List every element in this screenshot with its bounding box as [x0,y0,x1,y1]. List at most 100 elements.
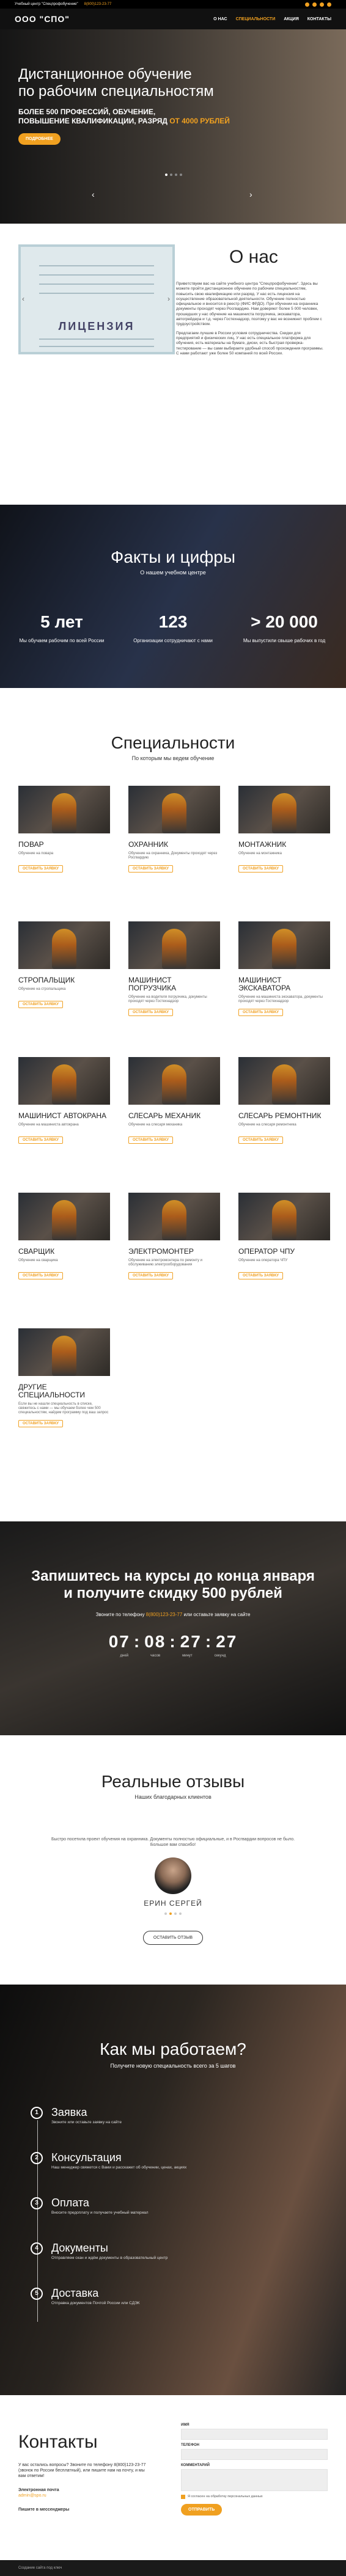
slider-dot[interactable] [175,174,177,176]
leave-review-button[interactable]: ОСТАВИТЬ ОТЗЫВ [142,1931,204,1945]
specialty-title: СЛЕСАРЬ МЕХАНИК [128,1111,201,1120]
specialty-card: МАШИНИСТ АВТОКРАНА Обучение на машиниста … [18,1057,110,1144]
specialty-image [18,1328,110,1376]
whatsapp-icon[interactable] [320,2,324,7]
email-link[interactable]: admin@spo.ru [18,2493,153,2498]
specialty-image [238,1193,330,1240]
slider-dot[interactable] [165,174,167,176]
specialty-title: МАШИНИСТ ПОГРУЗЧИКА [128,976,177,992]
slider-dots [165,174,182,176]
specialty-image [238,1057,330,1105]
specialty-title: СТРОПАЛЬЩИК [18,976,75,984]
slider-dot[interactable] [170,174,172,176]
specialty-card: МОНТАЖНИК Обучение на монтажника ОСТАВИТЬ … [238,786,330,873]
about-section: ЛИЦЕНЗИЯ ‹ › О нас Приветствуем вас на с… [0,224,346,505]
countdown-timer: 07:08:27:27 [108,1632,238,1651]
step-number: 4 [31,2242,43,2255]
step-title: Оплата [51,2197,89,2209]
comment-field[interactable] [181,2469,328,2491]
review-quote: Быстро посетила проект обучения на охран… [51,1837,295,1847]
specialty-apply-button[interactable]: ОСТАВИТЬ ЗАЯВКУ [238,1136,284,1144]
header: ООО "СПО" О НАС СПЕЦИАЛЬНОСТИ АКЦИЯ КОНТ… [0,9,346,29]
reviews-section: Реальные отзывы Наших благодарных клиент… [0,1735,346,1985]
specialty-apply-button[interactable]: ОСТАВИТЬ ЗАЯВКУ [238,865,284,873]
specialty-card: ОПЕРАТОР ЧПУ Обучение на оператора ЧПУ ОСТ… [238,1193,330,1279]
specialty-desc: Обучение на охранника, Документы проходя… [128,852,218,860]
step-item: 5 Доставка Отправка документов Почтой Росс… [31,2288,275,2305]
hero-subtitle: БОЛЕЕ 500 ПРОФЕССИЙ, ОБУЧЕНИЕ, ПОВЫШЕНИЕ … [18,108,230,125]
specialty-apply-button[interactable]: ОСТАВИТЬ ЗАЯВКУ [128,1009,174,1016]
specialty-desc: Обучение на сварщика [18,1259,58,1262]
hero-more-button[interactable]: ПОДРОБНЕЕ [18,133,61,145]
specialty-title: ОХРАННИК [128,840,168,849]
telegram-icon[interactable] [327,2,331,7]
specialty-image [18,786,110,833]
fact-item: 123 Организации сотрудничают с нами [133,612,213,643]
specialty-desc: Обучение на электромонтера по ремонту и … [128,1259,202,1267]
specialty-apply-button[interactable]: ОСТАВИТЬ ЗАЯВКУ [238,1272,284,1279]
specialty-apply-button[interactable]: ОСТАВИТЬ ЗАЯВКУ [18,1136,64,1144]
how-title: Как мы работаем? [100,2040,246,2058]
step-desc: Вносите предоплату и получаете учебный м… [51,2211,149,2215]
instagram-icon[interactable] [312,2,317,7]
contact-form: ИМЯ ТЕЛЕФОН КОММЕНТАРИЙ Я согласен на об… [181,2420,328,2516]
slider-next-icon[interactable]: › [249,189,252,199]
step-title: Заявка [51,2106,87,2118]
slider-prev-icon[interactable]: ‹ [92,189,95,199]
review-dot[interactable] [179,1912,182,1915]
specialty-image [128,1193,220,1240]
reviews-subtitle: Наших благодарных клиентов [134,1794,212,1800]
review-dot[interactable] [164,1912,167,1915]
specialty-apply-button[interactable]: ОСТАВИТЬ ЗАЯВКУ [18,865,64,873]
nav-about[interactable]: О НАС [213,17,227,21]
step-desc: Отправляем скан и ждём документы в образ… [51,2256,168,2260]
topbar-phone[interactable]: 8(800)123-23-77 [84,2,112,6]
specialty-title: МАШИНИСТ АВТОКРАНА [18,1111,107,1120]
hero-title: Дистанционное обучение по рабочим специал… [18,66,214,100]
specialty-apply-button[interactable]: ОСТАВИТЬ ЗАЯВКУ [128,1136,174,1144]
slider-dot[interactable] [180,174,182,176]
specialty-title: ПОВАР [18,840,44,849]
specialty-card: ЭЛЕКТРОМОНТЕР Обучение на электромонтера … [128,1193,220,1279]
nav-contacts[interactable]: КОНТАКТЫ [307,17,331,21]
specialty-apply-button[interactable]: ОСТАВИТЬ ЗАЯВКУ [238,1009,284,1016]
facts-subtitle: О нашем учебном центре [140,569,206,576]
phone-field[interactable] [181,2449,328,2460]
specialty-apply-button[interactable]: ОСТАВИТЬ ЗАЯВКУ [18,1001,64,1008]
contacts-intro: У вас остались вопросы? Звоните по телеф… [18,2463,146,2478]
license-next-icon[interactable]: › [167,295,170,303]
nav-promo[interactable]: АКЦИЯ [284,17,299,21]
review-dot[interactable] [174,1912,177,1915]
specialty-desc: Обучение на монтажника [238,852,282,855]
promo-title: Запишитесь на курсы до конца января и по… [31,1568,315,1601]
license-prev-icon[interactable]: ‹ [22,295,24,303]
specialty-apply-button[interactable]: ОСТАВИТЬ ЗАЯВКУ [18,1420,64,1427]
specialty-image [128,786,220,833]
review-dot[interactable] [169,1912,172,1915]
step-item: 1 Заявка Звоните или оставьте заявку на са… [31,2107,275,2124]
step-title: Доставка [51,2287,99,2299]
logo[interactable]: ООО "СПО" [15,14,70,24]
specialty-apply-button[interactable]: ОСТАВИТЬ ЗАЯВКУ [18,1272,64,1279]
name-field[interactable] [181,2429,328,2440]
promo-call: Звоните по телефону 8(800)123-23-77 или … [95,1612,251,1617]
specialty-apply-button[interactable]: ОСТАВИТЬ ЗАЯВКУ [128,865,174,873]
step-desc: Отправка документов Почтой России или СД… [51,2301,140,2305]
contacts-section: Контакты У вас остались вопросы? Звоните… [0,2395,346,2560]
specialty-image [238,786,330,833]
vk-icon[interactable] [305,2,309,7]
submit-button[interactable]: ОТПРАВИТЬ [181,2504,223,2516]
facts-title: Факты и цифры [111,547,235,566]
specialty-card: СТРОПАЛЬЩИК Обучение на стропальщика ОСТАВ… [18,921,110,1008]
specialty-image [128,921,220,969]
footer: Создание сайта под ключ [0,2560,346,2576]
specialty-image [18,1057,110,1105]
specialty-desc: Обучение на стропальщика [18,987,66,991]
specialty-apply-button[interactable]: ОСТАВИТЬ ЗАЯВКУ [128,1272,174,1279]
step-title: Документы [51,2242,108,2254]
step-item: 2 Консультация Наш менеджер свяжется с Вам… [31,2152,275,2170]
agree-checkbox[interactable] [181,2495,185,2499]
specialty-title: СВАРЩИК [18,1247,55,1256]
specialty-image [18,1193,110,1240]
nav-specialties[interactable]: СПЕЦИАЛЬНОСТИ [236,17,276,21]
